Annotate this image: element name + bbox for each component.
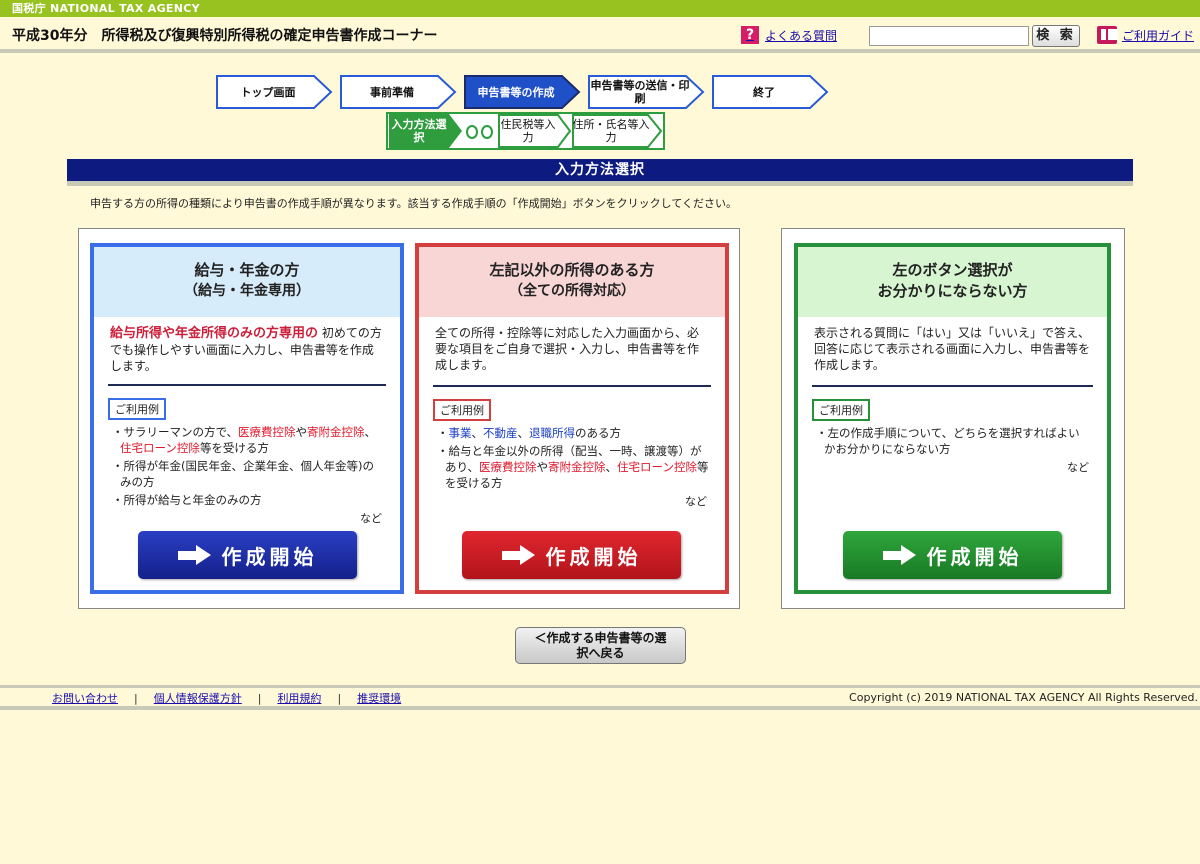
start-button-other[interactable]: 作成開始	[462, 531, 681, 579]
section-divider	[67, 181, 1133, 186]
start-button-unsure[interactable]: 作成開始	[843, 531, 1062, 579]
list-item: ・給与と年金以外の所得（配当、一時、譲渡等）があり、医療費控除や寄附金控除、住宅…	[437, 444, 709, 490]
card-subtitle: （全ての所得対応）	[509, 283, 635, 299]
footer-link-environment[interactable]: 推奨環境	[357, 690, 401, 706]
card-title: 左記以外の所得のある方	[489, 261, 655, 279]
card-title: 給与・年金の方	[194, 261, 300, 279]
card-description: 給与所得や年金所得のみの方専用の 初めての方でも操作しやすい画面に入力し、申告書…	[110, 325, 384, 374]
step-label: 申告書等の作成	[477, 85, 555, 99]
step-create: 申告書等の作成	[464, 75, 582, 109]
section-title: 入力方法選択	[67, 159, 1133, 181]
arrow-right-icon	[177, 545, 212, 565]
card-header: 左のボタン選択が お分かりにならない方	[798, 247, 1107, 317]
card-subtitle: （給与・年金専用）	[184, 283, 310, 299]
back-button-label: ＜作成する申告書等の選択へ戻る	[534, 630, 667, 660]
card-description: 全ての所得・控除等に対応した入力画面から、必要な項目をご自身で選択・入力し、申告…	[435, 325, 709, 373]
footer-links: お問い合わせ | 個人情報保護方針 | 利用規約 | 推奨環境	[52, 690, 401, 706]
separator: |	[337, 691, 342, 705]
step-top: トップ画面	[216, 75, 334, 109]
list-item: ・左の作成手順について、どちらを選択すればよいかお分かりにならない方	[816, 426, 1080, 456]
substep-label: 入力方法選択	[391, 118, 447, 144]
question-icon: ?	[741, 26, 759, 44]
arrow-right-icon	[501, 545, 536, 565]
separator: |	[134, 691, 138, 705]
separator: |	[257, 691, 262, 705]
footer: お問い合わせ | 個人情報保護方針 | 利用規約 | 推奨環境 Copyrigh…	[0, 685, 1200, 710]
substep-address-name: 住所・氏名等入力	[572, 114, 664, 148]
substep-input-method: 入力方法選択	[389, 114, 464, 148]
guide-label: ご利用ガイド	[1122, 28, 1195, 43]
step-label: 終了	[753, 85, 775, 99]
progress-dot	[481, 125, 493, 139]
usage-example-tag: ご利用例	[108, 398, 166, 420]
step-label: 事前準備	[370, 85, 414, 99]
faq-label: よくある質問	[765, 28, 838, 43]
card-header: 給与・年金の方 （給与・年金専用）	[94, 247, 400, 317]
usage-list: ・サラリーマンの方で、医療費控除や寄附金控除、住宅ローン控除等を受ける方 ・所得…	[112, 424, 384, 508]
card-description: 表示される質問に「はい」又は「いいえ」で答え、回答に応じて表示される画面に入力し…	[814, 325, 1091, 373]
list-item: ・所得が給与と年金のみの方	[112, 493, 262, 507]
etc-label: など	[685, 495, 707, 508]
arrow-right-icon	[882, 545, 917, 565]
card-divider	[108, 384, 386, 386]
etc-label: など	[360, 512, 382, 525]
step-label: トップ画面	[240, 85, 296, 99]
card-title: 左のボタン選択が	[892, 261, 1013, 279]
list-item: ・事業、不動産、退職所得のある方	[437, 426, 621, 440]
step-end: 終了	[712, 75, 830, 109]
usage-example-tag: ご利用例	[433, 399, 491, 421]
search-button[interactable]: 検 索	[1032, 25, 1080, 47]
start-button-label: 作成開始	[221, 544, 318, 569]
substep-resident-tax: 住民税等入力	[498, 114, 572, 148]
step-label: 申告書等の送信・印刷	[590, 79, 690, 105]
book-icon	[1097, 26, 1118, 44]
card-header: 左記以外の所得のある方 （全ての所得対応）	[419, 247, 725, 317]
page-title: 平成30年分 所得税及び復興特別所得税の確定申告書作成コーナー	[12, 28, 438, 44]
etc-label: など	[1067, 461, 1089, 474]
usage-list: ・事業、不動産、退職所得のある方 ・給与と年金以外の所得（配当、一時、譲渡等）が…	[437, 425, 709, 491]
step-preparation: 事前準備	[340, 75, 458, 109]
search-input[interactable]	[869, 26, 1029, 46]
progress-dot	[466, 125, 478, 139]
card-highlight: 給与所得や年金所得のみの方専用の	[110, 326, 319, 341]
page-header: 平成30年分 所得税及び復興特別所得税の確定申告書作成コーナー ? よくある質問…	[0, 17, 1200, 53]
start-button-label: 作成開始	[926, 544, 1023, 569]
intro-text: 申告する方の所得の種類により申告書の作成手順が異なります。該当する作成手順の「作…	[90, 197, 738, 210]
faq-link[interactable]: ? よくある質問	[741, 26, 837, 44]
footer-link-privacy[interactable]: 個人情報保護方針	[154, 690, 242, 706]
card-subtitle: お分かりにならない方	[877, 282, 1028, 300]
card-divider	[433, 385, 711, 387]
footer-link-contact[interactable]: お問い合わせ	[52, 690, 118, 706]
card-divider	[812, 385, 1093, 387]
start-button-salary[interactable]: 作成開始	[138, 531, 357, 579]
footer-link-terms[interactable]: 利用規約	[277, 690, 321, 706]
card-desc-text: 全ての所得・控除等に対応した入力画面から、必要な項目をご自身で選択・入力し、申告…	[435, 326, 700, 372]
start-button-label: 作成開始	[545, 544, 642, 569]
substep-label: 住所・氏名等入力	[572, 118, 650, 144]
back-button[interactable]: ＜作成する申告書等の選択へ戻る	[515, 627, 686, 664]
list-item: ・所得が年金(国民年金、企業年金、個人年金等)のみの方	[112, 459, 374, 489]
step-send-print: 申告書等の送信・印刷	[588, 75, 706, 109]
usage-list: ・左の作成手順について、どちらを選択すればよいかお分かりにならない方	[816, 425, 1091, 457]
list-item: ・サラリーマンの方で、医療費控除や寄附金控除、住宅ローン控除等を受ける方	[112, 425, 377, 455]
guide-link[interactable]: ご利用ガイド	[1097, 26, 1194, 44]
copyright: Copyright (c) 2019 NATIONAL TAX AGENCY A…	[849, 691, 1198, 704]
agency-banner: 国税庁 NATIONAL TAX AGENCY	[0, 0, 1200, 17]
card-desc-text: 表示される質問に「はい」又は「いいえ」で答え、回答に応じて表示される画面に入力し…	[814, 326, 1091, 372]
substep-label: 住民税等入力	[500, 118, 556, 144]
usage-example-tag: ご利用例	[812, 399, 870, 421]
